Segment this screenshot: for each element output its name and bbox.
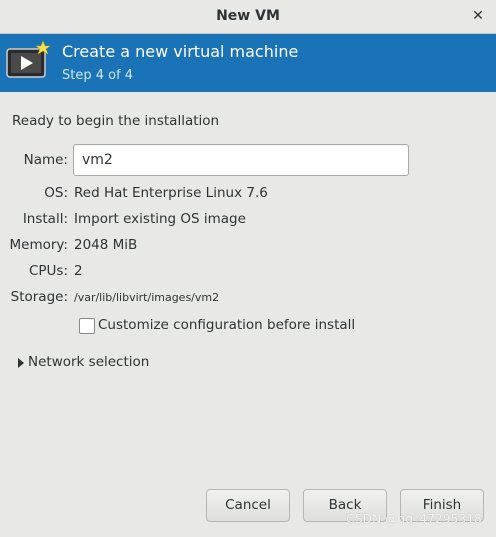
install-value: Import existing OS image [74, 211, 246, 227]
cpus-label: CPUs: [28, 263, 68, 279]
name-field[interactable] [73, 144, 409, 176]
ready-text: Ready to begin the installation [12, 113, 220, 129]
expander-arrow-icon[interactable] [18, 358, 24, 368]
storage-value: /var/lib/libvirt/images/vm2 [74, 291, 220, 304]
wizard-title: Create a new virtual machine [62, 42, 299, 61]
vm-monitor-icon [6, 41, 51, 78]
os-value: Red Hat Enterprise Linux 7.6 [74, 185, 268, 201]
customize-checkbox[interactable] [79, 318, 95, 334]
cancel-button[interactable]: Cancel [206, 489, 290, 522]
name-label: Name: [23, 152, 68, 168]
customize-label[interactable]: Customize configuration before install [98, 317, 355, 333]
cpus-value: 2 [74, 263, 83, 279]
os-label: OS: [44, 185, 68, 201]
network-selection-expander[interactable]: Network selection [28, 354, 149, 370]
title-bar: New VM ✕ [0, 0, 496, 34]
memory-label: Memory: [9, 237, 68, 253]
wizard-step: Step 4 of 4 [62, 68, 134, 83]
storage-label: Storage: [10, 289, 68, 305]
watermark-text: CSDN @qq_47295318 [346, 512, 482, 526]
install-label: Install: [22, 211, 68, 227]
window-title: New VM [216, 8, 280, 24]
close-icon[interactable]: ✕ [470, 8, 486, 24]
memory-value: 2048 MiB [74, 237, 138, 253]
wizard-header: Create a new virtual machine Step 4 of 4 [0, 34, 496, 92]
